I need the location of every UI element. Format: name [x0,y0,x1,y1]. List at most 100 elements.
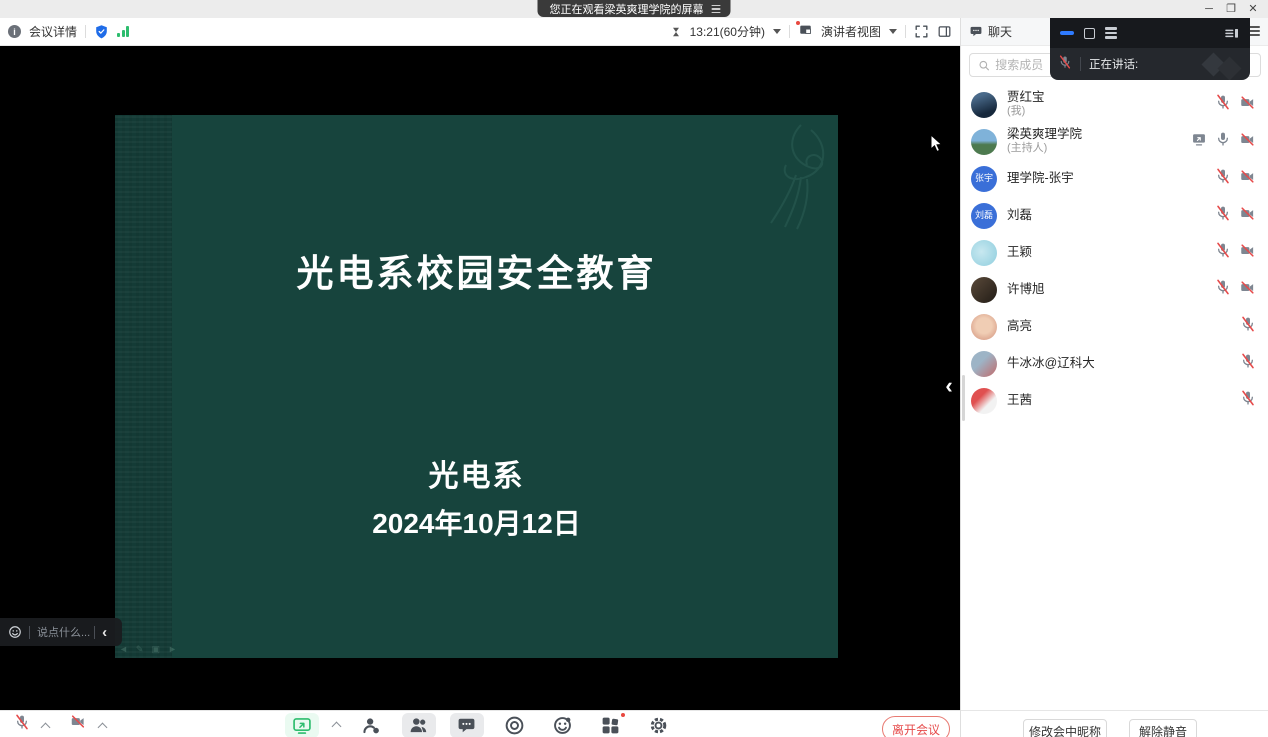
avatar: 张宇 [971,165,997,192]
meeting-details-button[interactable]: 会议详情 [29,23,77,40]
participant-name: 高亮 [1007,318,1033,333]
minimize-button[interactable]: ─ [1198,0,1220,17]
settings-button[interactable] [642,713,676,737]
avatar [971,387,997,414]
participant-row[interactable]: 贾红宝 (我) [961,86,1268,123]
participant-row[interactable]: 高亮 [961,308,1268,345]
avatar [971,239,997,266]
apps-button[interactable] [594,712,628,737]
notification-dot [794,20,801,26]
camera-off-icon [1239,95,1256,115]
participant-row[interactable]: 王茜 [961,382,1268,419]
presenter-controls: ◄ ✎ ▣ ► [119,644,177,655]
participant-name: 梁英爽理学院 [1007,126,1083,141]
participant-sub: (主持人) [1007,142,1048,155]
slide-subtitle: 光电系 [428,460,525,493]
slides-icon: ▣ [151,644,160,654]
reactions-button[interactable] [546,713,580,737]
camera-off-icon [1239,206,1256,226]
avatar [971,276,997,303]
participant-name: 贾红宝 [1007,89,1045,104]
tab-chat[interactable]: 聊天 [969,23,1012,40]
participant-name: 王茜 [1007,392,1033,407]
message-bar-collapse-icon[interactable]: ‹ [102,624,107,641]
view-mode-button[interactable]: 演讲者视图 [821,23,881,40]
participant-name: 刘磊 [1007,207,1033,222]
slide-decorative-strip [115,115,172,658]
presentation-slide: 光电系校园安全教育 光电系 2024年10月12日 ◄ ✎ ▣ ► [115,115,838,658]
avatar [971,91,997,118]
watching-screen-banner[interactable]: 您正在观看梁英爽理学院的屏幕 [537,0,731,17]
participant-row[interactable]: 刘磊 刘磊 [961,197,1268,234]
mic-icon [1240,353,1256,374]
mic-icon [1215,242,1231,263]
participant-row[interactable]: 牛冰冰@辽科大 [961,345,1268,382]
mic-icon [1215,205,1231,226]
quick-message-bar[interactable]: 说点什么... ‹ [0,618,122,646]
banner-text: 您正在观看梁英爽理学院的屏幕 [549,4,704,16]
security-shield-icon[interactable] [94,24,109,39]
leave-meeting-button[interactable]: 离开会议 [882,716,950,737]
participant-sub: (我) [1007,105,1026,118]
restore-button[interactable]: ❐ [1220,0,1242,17]
network-signal-icon[interactable] [117,26,130,37]
avatar [971,350,997,377]
camera-off-icon [1239,132,1256,152]
dock-panel-icon[interactable] [1224,25,1240,41]
meeting-toolbar: i 会议详情 13:21(60分钟) 演讲者视图 [0,18,960,46]
participants-button[interactable] [401,713,436,737]
banner-menu-icon[interactable] [711,4,721,14]
participant-name: 牛冰冰@辽科大 [1007,355,1095,370]
speaking-label: 正在讲话: [1089,59,1139,71]
chat-bubble-icon [970,26,982,37]
camera-off-icon [1239,280,1256,300]
share-options-chevron[interactable] [331,721,341,732]
participant-row[interactable]: 王颖 [961,234,1268,271]
unmute-button[interactable]: 解除静音 [1129,719,1197,737]
speaking-indicator: 正在讲话: [1050,48,1250,80]
participant-row[interactable]: 许博旭 [961,271,1268,308]
participant-name: 王颖 [1007,244,1033,259]
mic-icon [1240,316,1256,337]
panel-footer: 修改会中昵称 解除静音 [961,710,1268,737]
avatar [971,313,997,340]
list-view-icon[interactable] [1105,27,1117,39]
timer-dropdown-icon[interactable] [772,29,781,34]
record-button[interactable] [498,713,532,737]
participant-row[interactable]: 张宇 理学院-张宇 [961,160,1268,197]
camera-off-icon [1239,169,1256,189]
participant-name: 理学院-张宇 [1007,170,1074,185]
invite-button[interactable] [354,713,388,737]
participant-list: 贾红宝 (我) 梁英爽理学院 (主持人) 张宇 理学院-张宇 刘磊 刘磊 王颖 … [961,86,1268,419]
message-input-placeholder[interactable]: 说点什么... [37,624,90,640]
video-view-icon[interactable] [1084,27,1095,39]
view-dropdown-icon[interactable] [889,29,897,34]
chat-button[interactable] [449,713,484,737]
fullscreen-icon[interactable] [914,24,929,39]
slide-title: 光电系校园安全教育 [296,253,657,294]
floating-speaker-window[interactable]: 正在讲话: [1050,18,1250,80]
share-screen-button[interactable] [284,713,319,737]
phoenix-decoration [770,124,825,230]
mic-icon [1215,131,1231,152]
side-panel-toggle-icon[interactable] [937,24,952,39]
info-icon: i [8,25,21,38]
view-layout-icon[interactable] [794,20,813,40]
mic-icon [1240,390,1256,411]
participant-row[interactable]: 梁英爽理学院 (主持人) [961,123,1268,160]
emoji-icon[interactable] [8,625,22,639]
participant-name: 许博旭 [1007,281,1045,296]
camera-off-icon [1239,243,1256,263]
meeting-app-window: 您正在观看梁英爽理学院的屏幕 ─ ❐ ✕ i 会议详情 13:21(60分钟) … [0,0,1268,737]
close-button[interactable]: ✕ [1242,0,1264,17]
meeting-timer: 13:21(60分钟) [689,25,765,39]
rename-button[interactable]: 修改会中昵称 [1023,719,1107,737]
window-titlebar: 您正在观看梁英爽理学院的屏幕 ─ ❐ ✕ [0,0,1268,18]
panel-collapse-chevron[interactable]: ‹ [940,370,958,402]
avatar [971,128,997,155]
minimized-view-icon[interactable] [1060,31,1074,35]
avatar: 刘磊 [971,202,997,229]
screen-share-icon [1191,132,1207,152]
chat-members-panel: 聊天 贾红宝 (我) [960,18,1268,737]
list-scrollbar[interactable] [962,375,965,421]
